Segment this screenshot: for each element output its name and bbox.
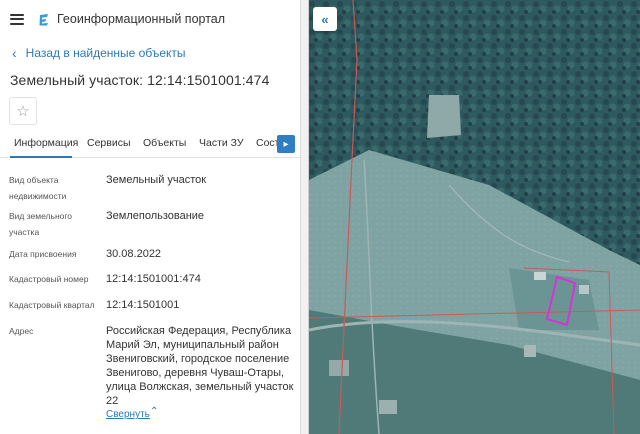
hamburger-icon[interactable] — [10, 13, 24, 25]
cad-block-value: 12:14:1501001 — [106, 299, 180, 311]
back-link-label: Назад в найденные объекты — [25, 46, 186, 60]
active-tab-indicator — [10, 156, 72, 158]
type-label: Вид объекта недвижимости — [9, 175, 67, 201]
collapse-link[interactable]: Свернуть — [106, 409, 150, 420]
tab-services[interactable]: Сервисы — [87, 137, 131, 149]
cad-number-label: Кадастровый номер — [9, 274, 89, 284]
panel-resize-handle[interactable] — [300, 0, 309, 434]
land-use-value: Землепользование — [106, 210, 205, 222]
star-icon: ☆ — [16, 103, 30, 120]
chevron-left-icon: ‹ — [12, 45, 17, 61]
tabs-next-button[interactable]: ▸ — [277, 135, 295, 153]
tab-parts[interactable]: Части ЗУ — [199, 137, 244, 149]
type-value: Земельный участок — [106, 174, 207, 186]
portal-logo-icon — [39, 13, 48, 25]
land-use-label: Вид земельного участка — [9, 211, 73, 237]
cad-number-value: 12:14:1501001:474 — [106, 273, 201, 285]
page-title: Земельный участок: 12:14:1501001:474 — [10, 72, 270, 88]
info-panel: Геоинформационный портал ‹ Назад в найде… — [0, 0, 300, 434]
chevron-right-icon: ▸ — [283, 138, 289, 150]
top-bar: Геоинформационный портал — [0, 0, 300, 38]
tab-information[interactable]: Информация — [14, 137, 78, 149]
back-link[interactable]: ‹ Назад в найденные объекты — [12, 46, 186, 60]
map-imagery — [309, 0, 640, 434]
cad-block-label: Кадастровый квартал — [9, 300, 95, 310]
address-label: Адрес — [9, 326, 34, 336]
satellite-map[interactable] — [309, 0, 640, 434]
portal-title: Геоинформационный портал — [57, 12, 226, 26]
date-label: Дата присвоения — [9, 249, 77, 259]
favorite-button[interactable]: ☆ — [9, 97, 37, 125]
date-value: 30.08.2022 — [106, 248, 162, 260]
double-chevron-left-icon[interactable]: « — [313, 7, 337, 31]
chevron-up-icon[interactable]: ⌃ — [150, 406, 158, 417]
tab-objects[interactable]: Объекты — [143, 137, 186, 149]
address-value: Российская Федерация, Республика Марий Э… — [106, 325, 294, 407]
tab-bar: Информация Сервисы Объекты Части ЗУ Сост… — [0, 131, 300, 158]
